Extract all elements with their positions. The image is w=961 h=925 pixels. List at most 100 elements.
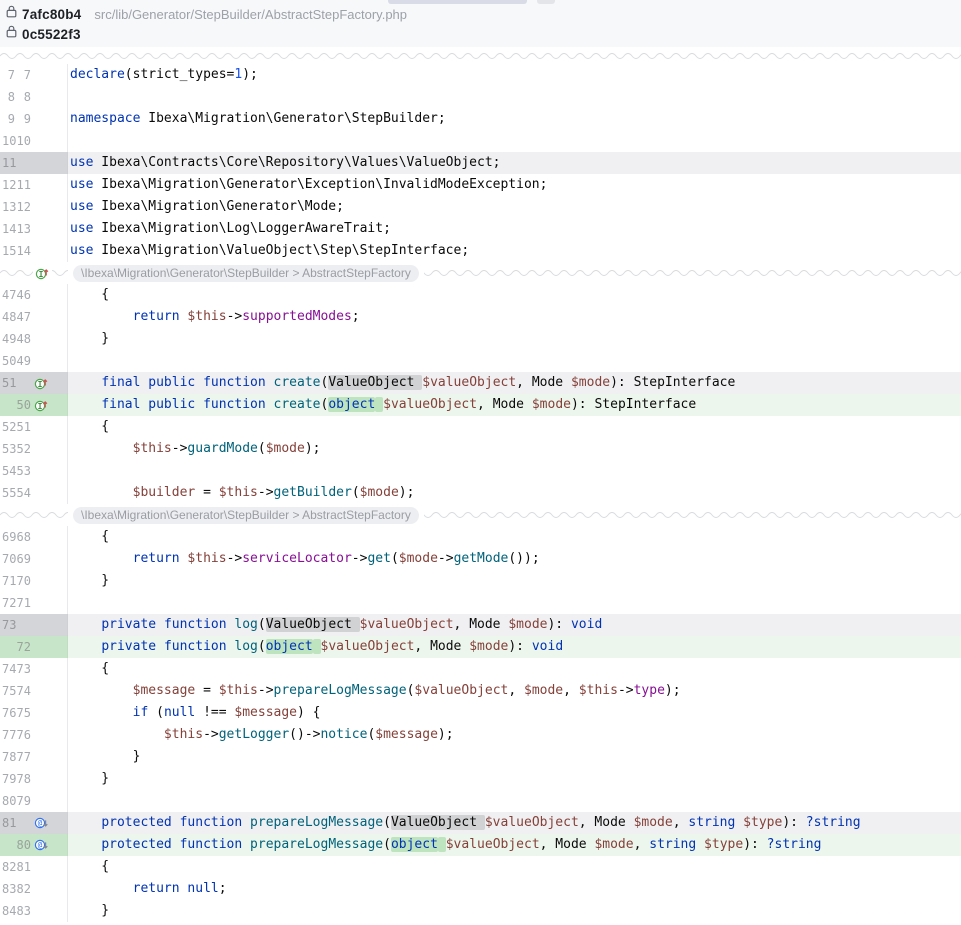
gutter: 5453 <box>0 460 68 482</box>
diff-line-added[interactable]: 50I final public function create(object … <box>0 394 961 416</box>
old-line-number: 12 <box>2 174 15 196</box>
code-token: ) { <box>297 705 320 720</box>
code-line[interactable]: 4948 } <box>0 328 961 350</box>
code-line[interactable]: 7574 $message = $this->prepareLogMessage… <box>0 680 961 702</box>
code-token: } <box>70 771 109 786</box>
code-token: = <box>195 683 218 698</box>
new-line-number: 81 <box>15 856 31 878</box>
changed-word-highlight <box>438 837 446 852</box>
code-line[interactable]: 7776 $this->getLogger()->notice($message… <box>0 724 961 746</box>
collapsed-region-separator[interactable] <box>0 47 961 64</box>
code-token: namespace <box>70 111 140 126</box>
gutter: 8483 <box>0 900 68 922</box>
code-line[interactable]: 5352 $this->guardMode($mode); <box>0 438 961 460</box>
code-line[interactable]: 7069 return $this->serviceLocator->get($… <box>0 548 961 570</box>
code-line[interactable]: 1211use Ibexa\Migration\Generator\Except… <box>0 174 961 196</box>
code-line[interactable]: 1413use Ibexa\Migration\Log\LoggerAwareT… <box>0 218 961 240</box>
overridden-method-down-icon[interactable]: @ <box>34 838 51 852</box>
old-line-number: 47 <box>2 284 15 306</box>
code-line[interactable]: 7271 <box>0 592 961 614</box>
code-token: $message <box>234 705 297 720</box>
code-line[interactable]: 7877 } <box>0 746 961 768</box>
code-line[interactable]: 1312use Ibexa\Migration\Generator\Mode; <box>0 196 961 218</box>
new-line-number: 12 <box>15 196 31 218</box>
code-token <box>70 375 101 390</box>
code-token: , Mode <box>516 375 571 390</box>
diff-line-added[interactable]: 72 private function log(object $valueObj… <box>0 636 961 658</box>
gutter-icon-slot <box>34 464 51 478</box>
code-token: $mode <box>524 683 563 698</box>
implements-method-up-icon[interactable]: I <box>34 398 51 412</box>
diff-line-added[interactable]: 80@ protected function prepareLogMessage… <box>0 834 961 856</box>
code-token: public <box>148 375 195 390</box>
gutter: 7978 <box>0 768 68 790</box>
code-line[interactable]: 6968 { <box>0 526 961 548</box>
gutter: 11 <box>0 152 68 174</box>
code-text: { <box>68 416 961 438</box>
overridden-method-down-icon[interactable]: @ <box>34 816 51 830</box>
code-token: string <box>649 837 696 852</box>
code-token: $valueObject <box>360 617 454 632</box>
code-line[interactable]: 1514use Ibexa\Migration\ValueObject\Step… <box>0 240 961 262</box>
gutter-icon-slot <box>34 618 51 632</box>
code-line[interactable]: 88 <box>0 86 961 108</box>
code-line[interactable]: 8483 } <box>0 900 961 922</box>
code-token <box>696 837 704 852</box>
code-token: void <box>571 617 602 632</box>
collapsed-region-breadcrumb[interactable]: \Ibexa\Migration\Generator\StepBuilder >… <box>68 505 424 525</box>
collapsed-region-separator[interactable]: I \Ibexa\Migration\Generator\StepBuilder … <box>0 262 961 284</box>
old-line-number: 84 <box>2 900 15 922</box>
old-line-number: 10 <box>2 130 15 152</box>
implements-method-up-icon[interactable]: I <box>33 266 52 280</box>
code-line[interactable]: 8079 <box>0 790 961 812</box>
diff-line-removed[interactable]: 81@ protected function prepareLogMessage… <box>0 812 961 834</box>
code-line[interactable]: 4746 { <box>0 284 961 306</box>
diff-line-removed[interactable]: 73 private function log(ValueObject $val… <box>0 614 961 636</box>
code-line[interactable]: 77declare(strict_types=1); <box>0 64 961 86</box>
code-line[interactable]: 5049 <box>0 350 961 372</box>
code-line[interactable]: 1010 <box>0 130 961 152</box>
code-token: Ibexa\Migration\Generator\StepBuilder; <box>140 111 445 126</box>
code-text: protected function prepareLogMessage(obj… <box>68 834 961 856</box>
diff-line-removed[interactable]: 51I final public function create(ValueOb… <box>0 372 961 394</box>
code-line[interactable]: 8382 return null; <box>0 878 961 900</box>
code-line[interactable]: 8281 { <box>0 856 961 878</box>
new-line-number: 78 <box>15 768 31 790</box>
collapsed-region-separator[interactable]: \Ibexa\Migration\Generator\StepBuilder >… <box>0 504 961 526</box>
code-token: use <box>70 177 93 192</box>
new-line-number: 46 <box>15 284 31 306</box>
implements-method-up-icon[interactable]: I <box>34 376 51 390</box>
new-line-number: 69 <box>15 548 31 570</box>
code-line[interactable]: 5453 <box>0 460 961 482</box>
code-text <box>68 350 961 372</box>
gutter: 1010 <box>0 130 68 152</box>
gutter-icon-slot <box>34 90 51 104</box>
code-token: $message <box>375 727 438 742</box>
code-token: ; <box>352 309 360 324</box>
code-token: $mode <box>508 617 547 632</box>
code-line[interactable]: 7170 } <box>0 570 961 592</box>
diff-line-removed[interactable]: 11use Ibexa\Contracts\Core\Repository\Va… <box>0 152 961 174</box>
code-line[interactable]: 7978 } <box>0 768 961 790</box>
code-text: } <box>68 900 961 922</box>
collapsed-region-breadcrumb[interactable]: \Ibexa\Migration\Generator\StepBuilder >… <box>68 263 424 283</box>
code-token: -> <box>203 727 219 742</box>
code-token <box>70 683 133 698</box>
code-line[interactable]: 5251 { <box>0 416 961 438</box>
code-line[interactable]: 4847 return $this->supportedModes; <box>0 306 961 328</box>
code-line[interactable]: 7675 if (null !== $message) { <box>0 702 961 724</box>
code-token: protected <box>101 837 171 852</box>
code-token: Ibexa\Migration\Generator\Exception\Inva… <box>93 177 547 192</box>
old-line-number: 74 <box>2 658 15 680</box>
gutter-icon-slot <box>34 156 51 170</box>
code-line[interactable]: 5554 $builder = $this->getBuilder($mode)… <box>0 482 961 504</box>
svg-text:@: @ <box>38 841 43 850</box>
new-line-number: 79 <box>15 790 31 812</box>
code-token: ()-> <box>289 727 320 742</box>
code-line[interactable]: 7473 { <box>0 658 961 680</box>
old-line-number: 75 <box>2 680 15 702</box>
code-text: } <box>68 328 961 350</box>
code-text: { <box>68 658 961 680</box>
old-line-number: 7 <box>2 64 15 86</box>
code-line[interactable]: 99namespace Ibexa\Migration\Generator\St… <box>0 108 961 130</box>
